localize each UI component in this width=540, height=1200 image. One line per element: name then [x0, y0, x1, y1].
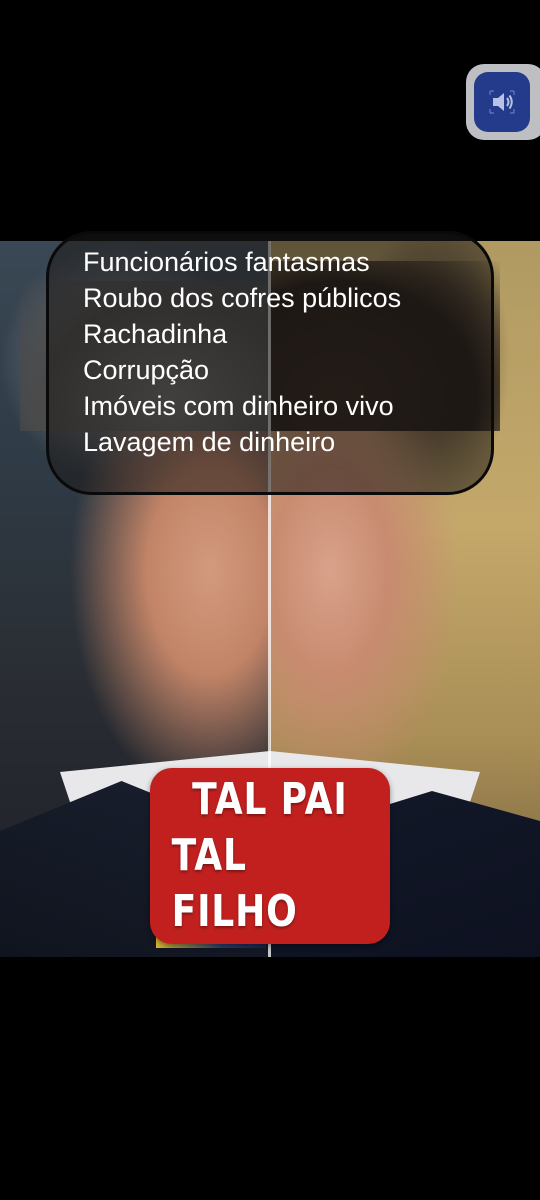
charge-line: Rachadinha [83, 319, 228, 349]
tal-pai-tal-filho-badge: TAL PAI TAL FILHO [150, 768, 390, 944]
badge-line-1: TAL PAI [192, 774, 348, 825]
charge-line: Funcionários fantasmas [83, 247, 370, 277]
charges-overlay-box: Funcionários fantasmas Roubo dos cofres … [46, 231, 494, 495]
volume-control [466, 64, 540, 140]
charge-line: Roubo dos cofres públicos [83, 283, 402, 313]
badge-line-2: TAL FILHO [171, 830, 298, 937]
speaker-icon [489, 90, 515, 114]
charge-line: Corrupção [83, 355, 210, 385]
mute-button[interactable] [474, 72, 530, 132]
charge-line: Imóveis com dinheiro vivo [83, 391, 394, 421]
charge-line: Lavagem de dinheiro [83, 427, 336, 457]
video-player-screen: Funcionários fantasmas Roubo dos cofres … [0, 0, 540, 1200]
